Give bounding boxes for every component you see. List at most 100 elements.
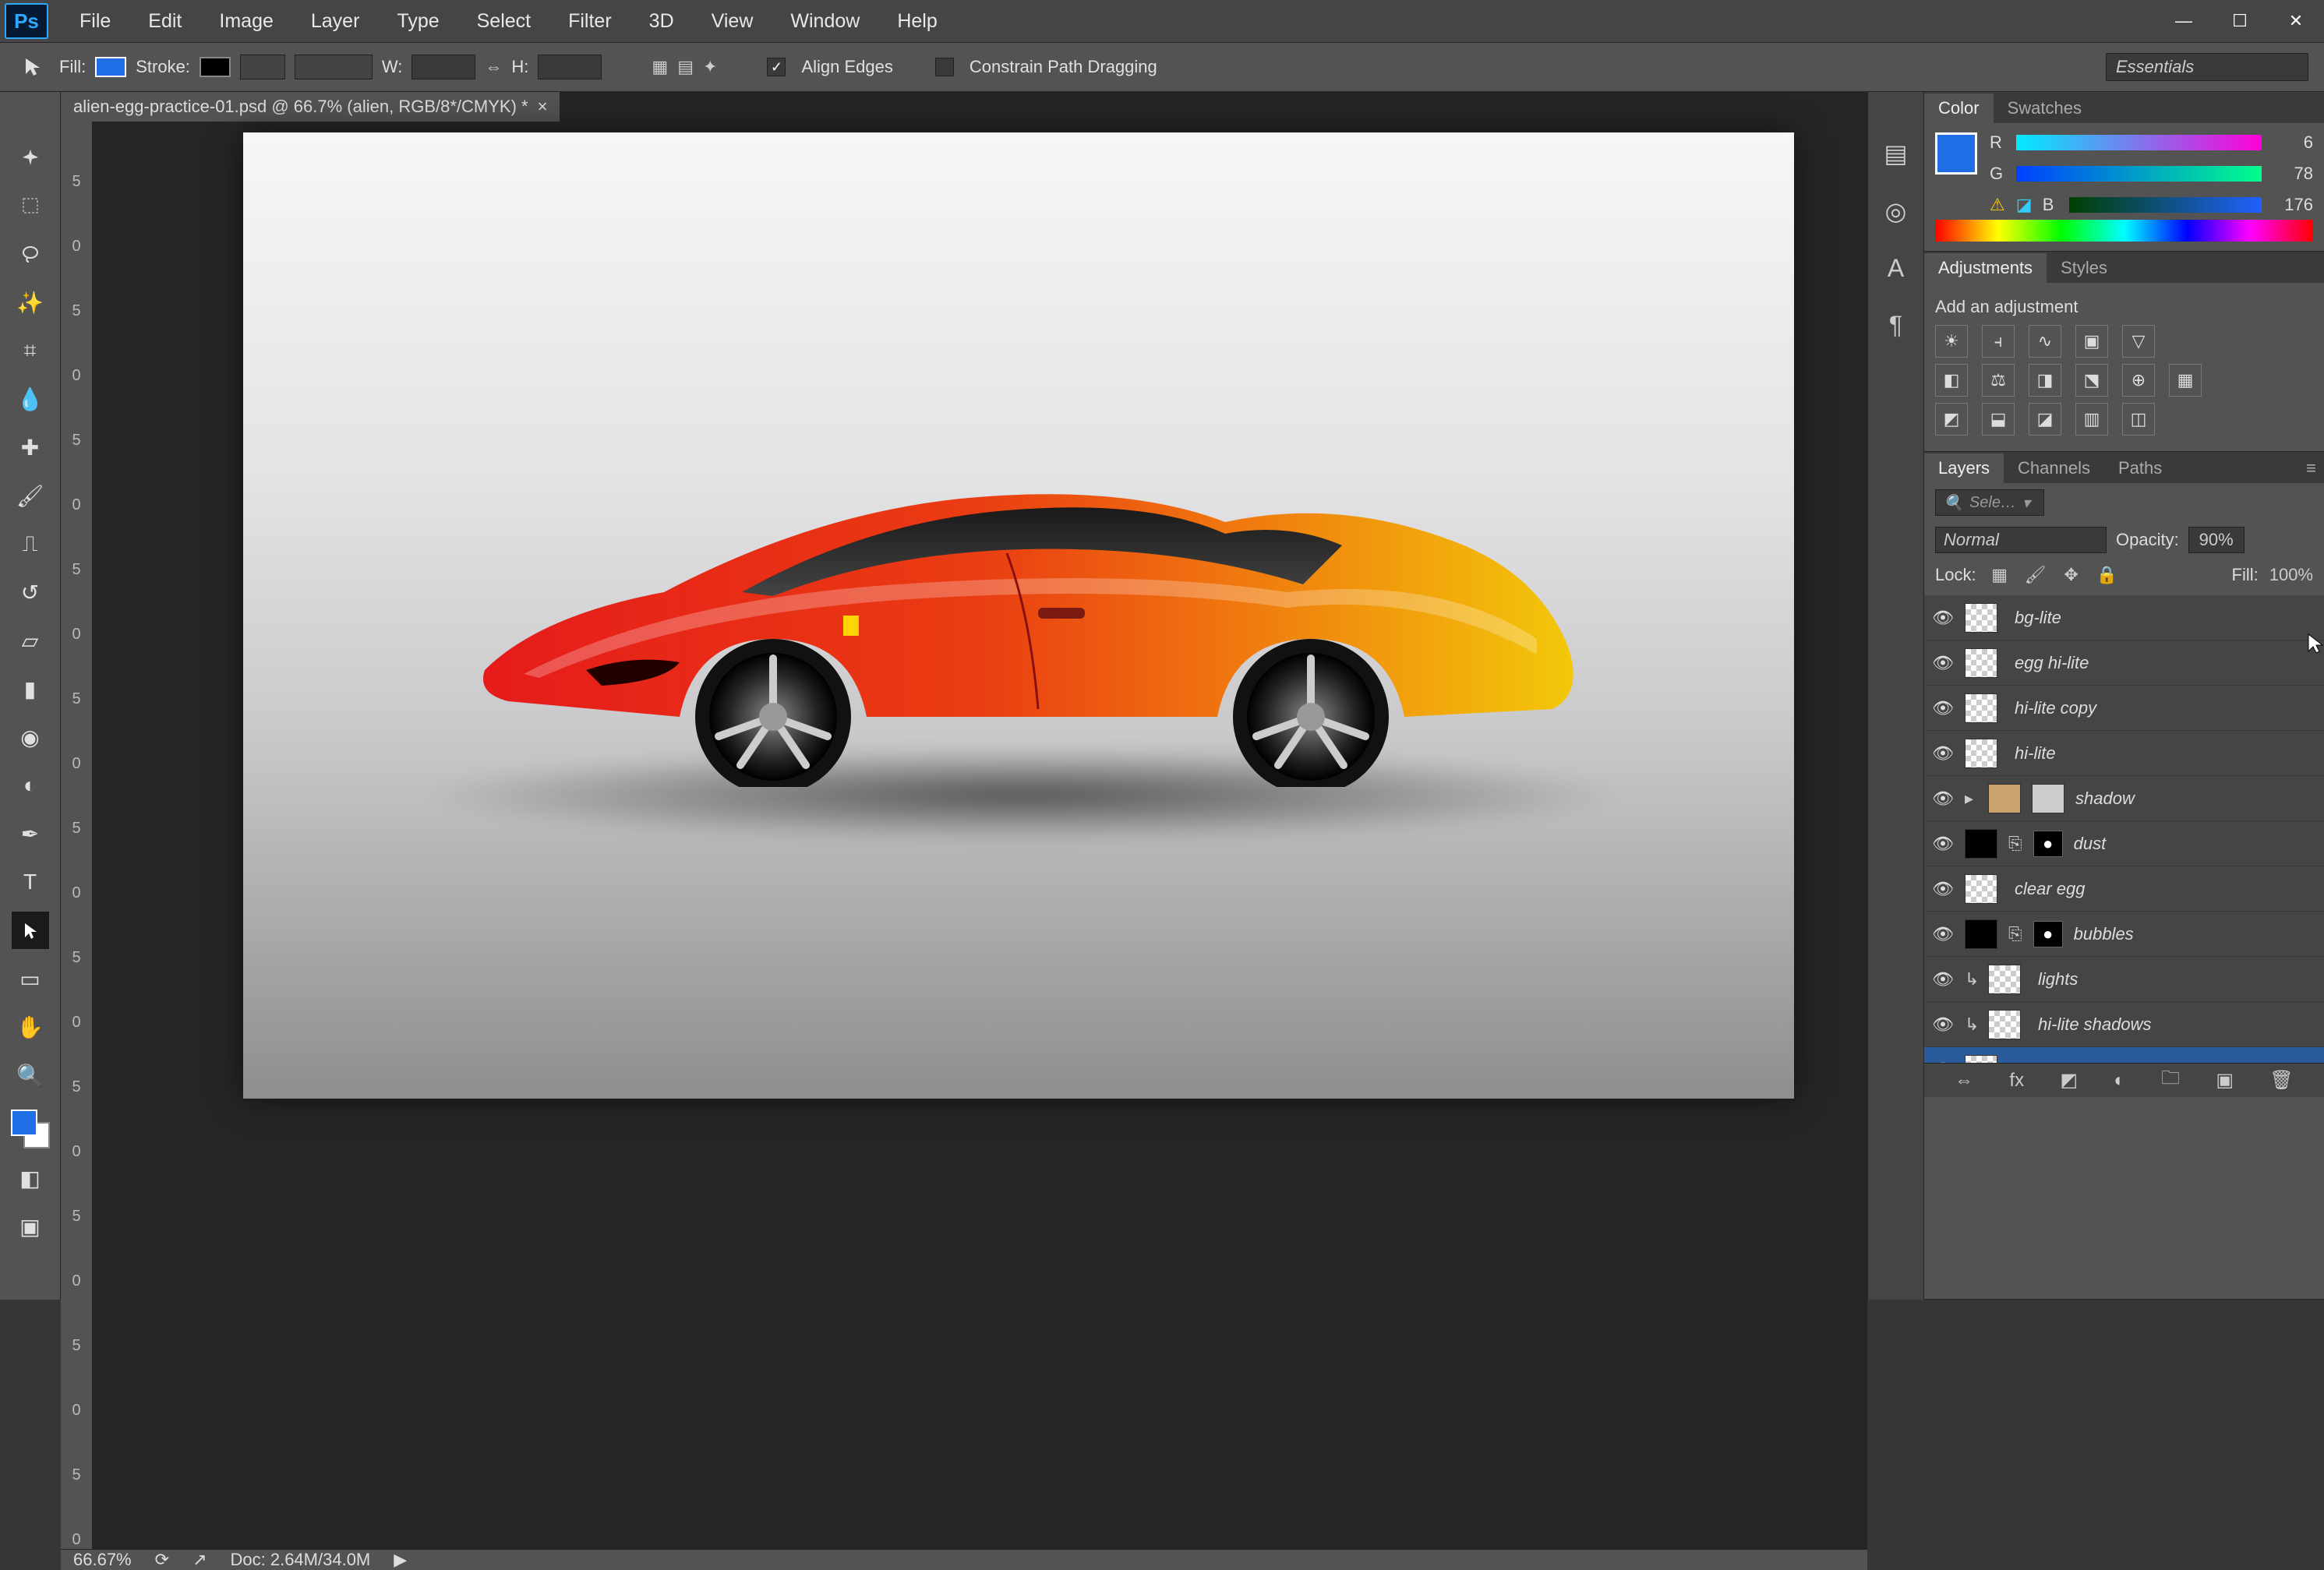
move-tool[interactable] <box>12 139 49 176</box>
adj-brightness-icon[interactable]: ☀ <box>1935 325 1968 358</box>
layer-thumbnail[interactable] <box>1965 603 1997 633</box>
layer-thumbnail[interactable] <box>1965 739 1997 768</box>
layer-row[interactable]: 👁egg hi-lite <box>1924 640 2324 686</box>
layer-fx-icon[interactable]: fx <box>2009 1070 2024 1092</box>
visibility-icon[interactable]: 👁 <box>1932 743 1954 764</box>
path-op3-icon[interactable]: ✦ <box>703 57 717 77</box>
adj-threshold-icon[interactable]: ◪ <box>2029 403 2061 436</box>
visibility-icon[interactable]: 👁 <box>1932 924 1954 944</box>
lasso-tool[interactable] <box>12 235 49 273</box>
layer-name[interactable]: shadow <box>2075 789 2135 809</box>
status-arrow[interactable]: ▶ <box>394 1550 407 1570</box>
layer-filter[interactable]: 🔍 Sele… ▾ <box>1935 489 2044 516</box>
align-edges-checkbox[interactable] <box>767 58 786 76</box>
visibility-icon[interactable]: 👁 <box>1932 653 1954 673</box>
tab-color[interactable]: Color <box>1924 93 1994 123</box>
layer-row[interactable]: 👁 bg-lite <box>1924 595 2324 640</box>
fill-swatch[interactable] <box>95 57 126 77</box>
adj-hue-icon[interactable]: ◧ <box>1935 364 1968 397</box>
color-foreground-swatch[interactable] <box>1935 132 1977 175</box>
visibility-icon[interactable]: 👁 <box>1932 969 1954 990</box>
document-tab[interactable]: alien-egg-practice-01.psd @ 66.7% (alien… <box>61 92 560 122</box>
character-panel-icon[interactable]: A <box>1888 254 1904 283</box>
history-panel-icon[interactable]: ▤ <box>1884 139 1907 168</box>
path-op1-icon[interactable]: ▦ <box>652 57 668 77</box>
b-slider[interactable] <box>2069 197 2262 213</box>
ruler-vertical[interactable]: 5050505050505050505050 <box>61 122 92 1549</box>
adj-colbal-icon[interactable]: ⚖ <box>1982 364 2015 397</box>
width-input[interactable] <box>411 55 475 79</box>
g-value[interactable]: 78 <box>2273 164 2313 184</box>
layer-list[interactable]: 👁bg-lite👁egg hi-lite👁hi-lite copy👁hi-lit… <box>1924 595 2324 1063</box>
gamut-warning-icon[interactable]: ⚠ <box>1990 195 2005 215</box>
eraser-tool[interactable]: ▱ <box>12 622 49 659</box>
tab-layers[interactable]: Layers <box>1924 453 2004 483</box>
layer-row[interactable]: 👁⎘●dust <box>1924 821 2324 866</box>
menu-help[interactable]: Help <box>878 0 955 42</box>
panel-menu-icon[interactable]: ≡ <box>2298 453 2324 483</box>
link-icon[interactable]: ⇔ <box>485 57 502 77</box>
layer-name[interactable]: bubbles <box>2074 924 2134 944</box>
stroke-style-dropdown[interactable] <box>295 55 373 79</box>
layer-name[interactable]: hi-lite shadows <box>2038 1014 2152 1035</box>
close-tab-icon[interactable]: × <box>538 97 548 117</box>
lock-position-icon[interactable]: ✥ <box>2059 563 2084 587</box>
menu-edit[interactable]: Edit <box>129 0 200 42</box>
path-select-icon[interactable] <box>16 50 50 84</box>
layer-name[interactable]: hi-lite <box>2015 743 2056 764</box>
stroke-width-dropdown[interactable] <box>240 55 285 79</box>
layer-row[interactable]: 👁 hi-lite <box>1924 731 2324 776</box>
blend-mode-dropdown[interactable]: Normal <box>1935 527 2107 553</box>
layer-row[interactable]: 👁hi-lite copy <box>1924 686 2324 731</box>
heal-tool[interactable]: ✚ <box>12 429 49 466</box>
layer-row[interactable]: 👁▸shadow <box>1924 776 2324 821</box>
crop-tool[interactable]: ⌗ <box>12 332 49 369</box>
r-value[interactable]: 6 <box>2273 132 2313 153</box>
layer-row[interactable]: 👁↳lights <box>1924 957 2324 1002</box>
adj-chanmix-icon[interactable]: ⊕ <box>2122 364 2155 397</box>
menu-view[interactable]: View <box>693 0 772 42</box>
layer-name[interactable]: hi-lite copy <box>2015 698 2096 718</box>
layer-name[interactable]: bg-lite <box>2015 608 2061 628</box>
adj-lut-icon[interactable]: ▦ <box>2169 364 2202 397</box>
stroke-swatch[interactable] <box>200 57 231 77</box>
pen-tool[interactable]: ✒ <box>12 815 49 852</box>
gradient-tool[interactable]: ▮ <box>12 670 49 707</box>
opacity-value[interactable]: 90% <box>2188 527 2245 553</box>
adj-invert-icon[interactable]: ◩ <box>1935 403 1968 436</box>
status-icon1[interactable]: ⟳ <box>155 1550 169 1570</box>
maximize-button[interactable]: ☐ <box>2212 7 2268 35</box>
type-tool[interactable]: T <box>12 863 49 901</box>
layer-thumbnail[interactable] <box>1965 648 1997 678</box>
adj-bw-icon[interactable]: ◨ <box>2029 364 2061 397</box>
visibility-icon[interactable]: 👁 <box>1932 608 1954 628</box>
layer-thumbnail[interactable] <box>1988 1010 2021 1039</box>
layer-name[interactable]: clear egg <box>2015 879 2086 899</box>
layer-row[interactable]: 👁clear egg <box>1924 866 2324 912</box>
layer-thumbnail[interactable] <box>1965 1055 1997 1064</box>
screenmode-tool[interactable]: ▣ <box>12 1208 49 1245</box>
b-value[interactable]: 176 <box>2273 195 2313 215</box>
tab-channels[interactable]: Channels <box>2004 453 2104 483</box>
layer-thumbnail[interactable] <box>2032 784 2064 813</box>
mask-thumbnail[interactable]: ● <box>2033 831 2063 857</box>
visibility-icon[interactable]: 👁 <box>1932 1014 1954 1035</box>
constrain-checkbox[interactable] <box>935 58 954 76</box>
zoom-tool[interactable]: 🔍 <box>12 1057 49 1094</box>
tab-paths[interactable]: Paths <box>2104 453 2176 483</box>
menu-window[interactable]: Window <box>772 0 878 42</box>
canvas[interactable] <box>243 132 1794 1099</box>
close-button[interactable]: ✕ <box>2268 7 2324 35</box>
mask-thumbnail[interactable]: ● <box>2033 921 2063 947</box>
layer-row[interactable]: 👁alien <box>1924 1047 2324 1063</box>
paragraph-panel-icon[interactable]: ¶ <box>1889 311 1902 340</box>
adj-levels-icon[interactable]: ⫞ <box>1982 325 2015 358</box>
adj-curves-icon[interactable]: ∿ <box>2029 325 2061 358</box>
status-icon2[interactable]: ↗ <box>192 1550 207 1570</box>
adj-exposure-icon[interactable]: ▣ <box>2075 325 2108 358</box>
zoom-value[interactable]: 66.67% <box>73 1550 132 1570</box>
fg-bg-swatch[interactable] <box>11 1110 50 1148</box>
quickmask-tool[interactable]: ◧ <box>12 1159 49 1197</box>
layer-thumbnail[interactable] <box>1965 874 1997 904</box>
fill-value[interactable]: 100% <box>2269 565 2313 585</box>
